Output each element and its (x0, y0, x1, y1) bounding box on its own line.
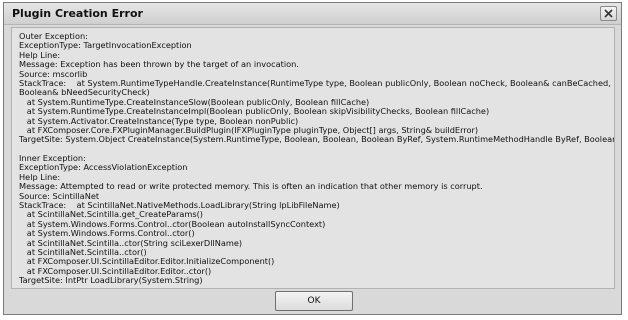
error-details-text[interactable]: Outer Exception: ExceptionType: TargetIn… (11, 27, 615, 289)
detail-line: ExceptionType: TargetInvocationException (19, 40, 192, 51)
detail-line: Message: Exception has been thrown by th… (19, 59, 299, 70)
error-dialog: Plugin Creation Error Outer Exception: E… (3, 2, 622, 315)
detail-line (19, 145, 614, 154)
detail-line: TargetSite: System.Object CreateInstance… (19, 134, 615, 145)
close-icon (604, 9, 613, 18)
detail-line: Message: Attempted to read or write prot… (19, 181, 483, 192)
title-bar[interactable]: Plugin Creation Error (4, 3, 621, 25)
close-button[interactable] (600, 6, 617, 21)
detail-line: ExceptionType: AccessViolationException (19, 162, 188, 173)
detail-line: TargetSite: IntPtr LoadLibrary(System.St… (19, 275, 203, 286)
ok-button[interactable]: OK (275, 291, 353, 311)
dialog-title: Plugin Creation Error (12, 7, 143, 20)
